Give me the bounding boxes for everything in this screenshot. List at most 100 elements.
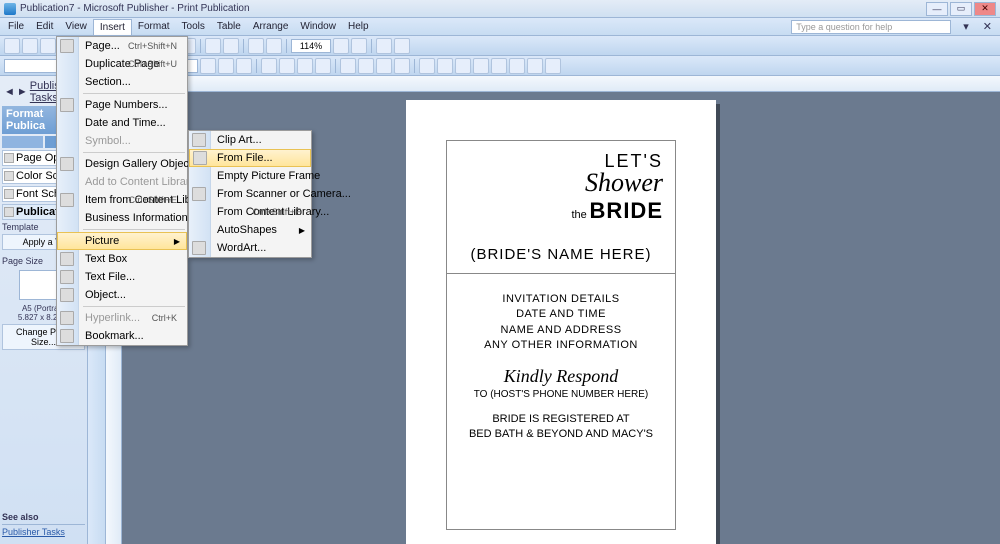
horizontal-ruler[interactable] [106, 76, 1000, 92]
insert-menu-item-label: Object... [85, 289, 126, 301]
insert-menu-item-label: Text File... [85, 271, 135, 283]
help-dropdown-arrow[interactable]: ▾ [957, 20, 975, 33]
the-text: the [571, 209, 586, 221]
zoom-in-icon[interactable] [351, 38, 367, 54]
insert-menu-section[interactable]: Section... [57, 73, 187, 91]
picture-menu-item-label: From Scanner or Camera... [217, 188, 351, 200]
picture-menu-from-scanner-or-camera[interactable]: From Scanner or Camera... [189, 185, 311, 203]
insert-menu-design-gallery-object[interactable]: Design Gallery Object... [57, 155, 187, 173]
insert-menu-picture[interactable]: Picture▶ [57, 232, 187, 250]
bride-text: BRIDE [590, 198, 663, 223]
app-icon [4, 3, 16, 15]
insert-menu-item-label: Symbol... [85, 135, 131, 147]
help-search[interactable]: Type a question for help [791, 20, 951, 34]
see-also-label: See also [2, 512, 85, 522]
insert-menu-item-label: Hyperlink... [85, 312, 140, 324]
document-page[interactable]: LET'S Shower the BRIDE (BRIDE'S NAME HER… [406, 100, 716, 544]
menu-format[interactable]: Format [132, 19, 176, 34]
menu-table[interactable]: Table [211, 19, 247, 34]
detail-line-4: ANY OTHER INFORMATION [447, 338, 675, 353]
menu-tools[interactable]: Tools [176, 19, 211, 34]
new-icon[interactable] [4, 38, 20, 54]
indent-dec-icon[interactable] [376, 58, 392, 74]
align-center-icon[interactable] [279, 58, 295, 74]
underline-icon[interactable] [236, 58, 252, 74]
menubar: File Edit View Insert Format Tools Table… [0, 18, 1000, 36]
menu-separator [83, 306, 185, 307]
align-right-icon[interactable] [297, 58, 313, 74]
picture-menu-item-icon [192, 187, 206, 201]
insert-menu-add-to-content-library: Add to Content Library... [57, 173, 187, 191]
insert-menu-date-and-time[interactable]: Date and Time... [57, 114, 187, 132]
maximize-button[interactable]: ▭ [950, 2, 972, 16]
bold-icon[interactable] [200, 58, 216, 74]
menu-help[interactable]: Help [342, 19, 375, 34]
menu-window[interactable]: Window [294, 19, 342, 34]
line-color-icon[interactable] [455, 58, 471, 74]
insert-menu-text-box[interactable]: Text Box [57, 250, 187, 268]
insert-menu-object[interactable]: Object... [57, 286, 187, 304]
justify-icon[interactable] [315, 58, 331, 74]
insert-menu-duplicate-page[interactable]: Duplicate PageCtrl+Shift+U [57, 55, 187, 73]
bullets-icon[interactable] [340, 58, 356, 74]
picture-menu-clip-art[interactable]: Clip Art... [189, 131, 311, 149]
picture-menu-from-file[interactable]: From File... [189, 149, 311, 167]
insert-menu-item-icon [60, 329, 74, 343]
align-left-icon[interactable] [261, 58, 277, 74]
send-back-icon[interactable] [266, 38, 282, 54]
insert-menu-item-label: Page Numbers... [85, 99, 168, 111]
font-color-icon[interactable] [419, 58, 435, 74]
menu-arrange[interactable]: Arrange [247, 19, 295, 34]
arrow-style-icon[interactable] [509, 58, 525, 74]
publisher-tasks-link[interactable]: Publisher Tasks [2, 527, 85, 537]
minimize-button[interactable]: — [926, 2, 948, 16]
fill-color-icon[interactable] [437, 58, 453, 74]
insert-menu-page[interactable]: Page...Ctrl+Shift+N [57, 37, 187, 55]
italic-icon[interactable] [218, 58, 234, 74]
close-button[interactable]: ✕ [974, 2, 996, 16]
insert-menu-item-icon [60, 311, 74, 325]
picture-menu-empty-picture-frame[interactable]: Empty Picture Frame [189, 167, 311, 185]
insert-menu-item-label: Page... [85, 40, 120, 52]
menu-edit[interactable]: Edit [30, 19, 59, 34]
save-icon[interactable] [40, 38, 56, 54]
fwd-icon[interactable]: ► [17, 86, 28, 98]
insert-menu-item-from-content-library[interactable]: Item from Content Library...Ctrl+Shift+E [57, 191, 187, 209]
insert-menu-item-label: Text Box [85, 253, 127, 265]
reg-line-1: BRIDE IS REGISTERED AT [447, 412, 675, 427]
zoom-select[interactable]: 114% [291, 39, 331, 53]
insert-menu-text-file[interactable]: Text File... [57, 268, 187, 286]
dash-style-icon[interactable] [491, 58, 507, 74]
zoom-out-icon[interactable] [333, 38, 349, 54]
insert-menu-bookmark[interactable]: Bookmark... [57, 327, 187, 345]
invitation-card: LET'S Shower the BRIDE (BRIDE'S NAME HER… [446, 140, 676, 530]
page-options-icon [4, 153, 14, 163]
menu-view[interactable]: View [59, 19, 93, 34]
line-style-icon[interactable] [473, 58, 489, 74]
insert-menu-item-icon [60, 252, 74, 266]
back-icon[interactable]: ◄ [4, 86, 15, 98]
shadow-icon[interactable] [527, 58, 543, 74]
redo-icon[interactable] [223, 38, 239, 54]
picture-menu-autoshapes[interactable]: AutoShapes▶ [189, 221, 311, 239]
picture-menu-from-content-library[interactable]: From Content Library...Ctrl+Shift+E [189, 203, 311, 221]
numbering-icon[interactable] [358, 58, 374, 74]
picture-menu-item-label: Empty Picture Frame [217, 170, 320, 182]
undo-icon[interactable] [205, 38, 221, 54]
bring-front-icon[interactable] [248, 38, 264, 54]
indent-inc-icon[interactable] [394, 58, 410, 74]
menu-file[interactable]: File [2, 19, 30, 34]
insert-menu-page-numbers[interactable]: Page Numbers... [57, 96, 187, 114]
open-icon[interactable] [22, 38, 38, 54]
3d-icon[interactable] [545, 58, 561, 74]
help-icon[interactable] [394, 38, 410, 54]
tab-a[interactable] [2, 136, 43, 148]
menu-insert[interactable]: Insert [93, 19, 132, 35]
picture-menu-item-icon [193, 151, 207, 165]
insert-menu-business-information[interactable]: Business Information... [57, 209, 187, 227]
picture-menu-wordart[interactable]: WordArt... [189, 239, 311, 257]
close-doc-button[interactable]: ✕ [977, 20, 998, 33]
picture-menu-item-label: From File... [217, 152, 273, 164]
reg-line-2: BED BATH & BEYOND AND MACY'S [447, 427, 675, 442]
special-chars-icon[interactable] [376, 38, 392, 54]
